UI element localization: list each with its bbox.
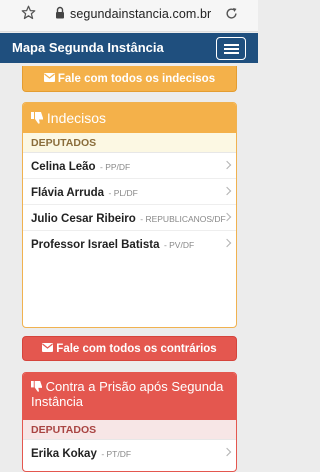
deputy-name: Julio Cesar Ribeiro [31, 213, 136, 225]
thumbs-down-icon [31, 380, 42, 392]
deputy-name: Celina Leão [31, 161, 96, 173]
contact-against-button[interactable]: Fale com todos os contrários [22, 336, 237, 361]
undecided-panel-heading: Indecisos [23, 103, 236, 133]
undecided-panel: Indecisos DEPUTADOS Celina Leão - PP/DF … [22, 102, 237, 328]
reload-icon[interactable] [224, 6, 239, 21]
deputy-row-celina-leao[interactable]: Celina Leão - PP/DF [23, 153, 236, 179]
deputy-party: - REPUBLICANOS/DF [140, 214, 226, 224]
deputy-row-flavia-arruda[interactable]: Flávia Arruda - PL/DF [23, 179, 236, 205]
deputy-party: - PT/DF [101, 449, 132, 459]
chevron-right-icon [222, 160, 232, 170]
contact-undecided-button[interactable]: Fale com todos os indecisos [22, 66, 237, 92]
deputy-party: - PV/DF [163, 240, 195, 250]
contact-against-label: Fale com todos os contrários [56, 343, 217, 355]
deputy-name: Erika Kokay [31, 448, 97, 460]
envelope-icon [43, 73, 55, 83]
deputy-name: Professor Israel Batista [31, 239, 160, 251]
contact-undecided-label: Fale com todos os indecisos [57, 73, 216, 85]
chevron-right-icon [222, 447, 232, 457]
against-section-label: DEPUTADOS [23, 420, 236, 440]
deputy-party: - PP/DF [100, 162, 131, 172]
deputy-row-erika-kokay[interactable]: Erika Kokay - PT/DF [23, 440, 236, 466]
against-panel: Contra a Prisão após Segunda Instância D… [22, 372, 237, 472]
deputy-name: Flávia Arruda [31, 187, 105, 199]
star-outline-icon[interactable] [21, 5, 36, 20]
against-panel-heading: Contra a Prisão após Segunda Instância [23, 373, 236, 420]
hamburger-menu-icon[interactable] [216, 37, 246, 60]
deputy-party: - PL/DF [108, 188, 138, 198]
undecided-section-label: DEPUTADOS [23, 133, 236, 153]
lock-icon [56, 6, 64, 19]
chevron-right-icon [222, 238, 232, 248]
brand-title[interactable]: Mapa Segunda Instância [12, 40, 164, 55]
deputy-row-professor-israel-batista[interactable]: Professor Israel Batista - PV/DF [23, 231, 236, 257]
url-text[interactable]: segundainstancia.com.br [70, 7, 211, 21]
envelope-icon [42, 343, 54, 353]
against-panel-title: Contra a Prisão após Segunda Instância [31, 379, 224, 409]
thumbs-down-icon [31, 111, 43, 124]
deputy-row-julio-cesar-ribeiro[interactable]: Julio Cesar Ribeiro - REPUBLICANOS/DF [23, 205, 236, 231]
browser-address-bar: segundainstancia.com.br [0, 0, 258, 32]
navbar: Mapa Segunda Instância [0, 33, 258, 63]
chevron-right-icon [222, 186, 232, 196]
undecided-panel-title: Indecisos [46, 110, 107, 126]
